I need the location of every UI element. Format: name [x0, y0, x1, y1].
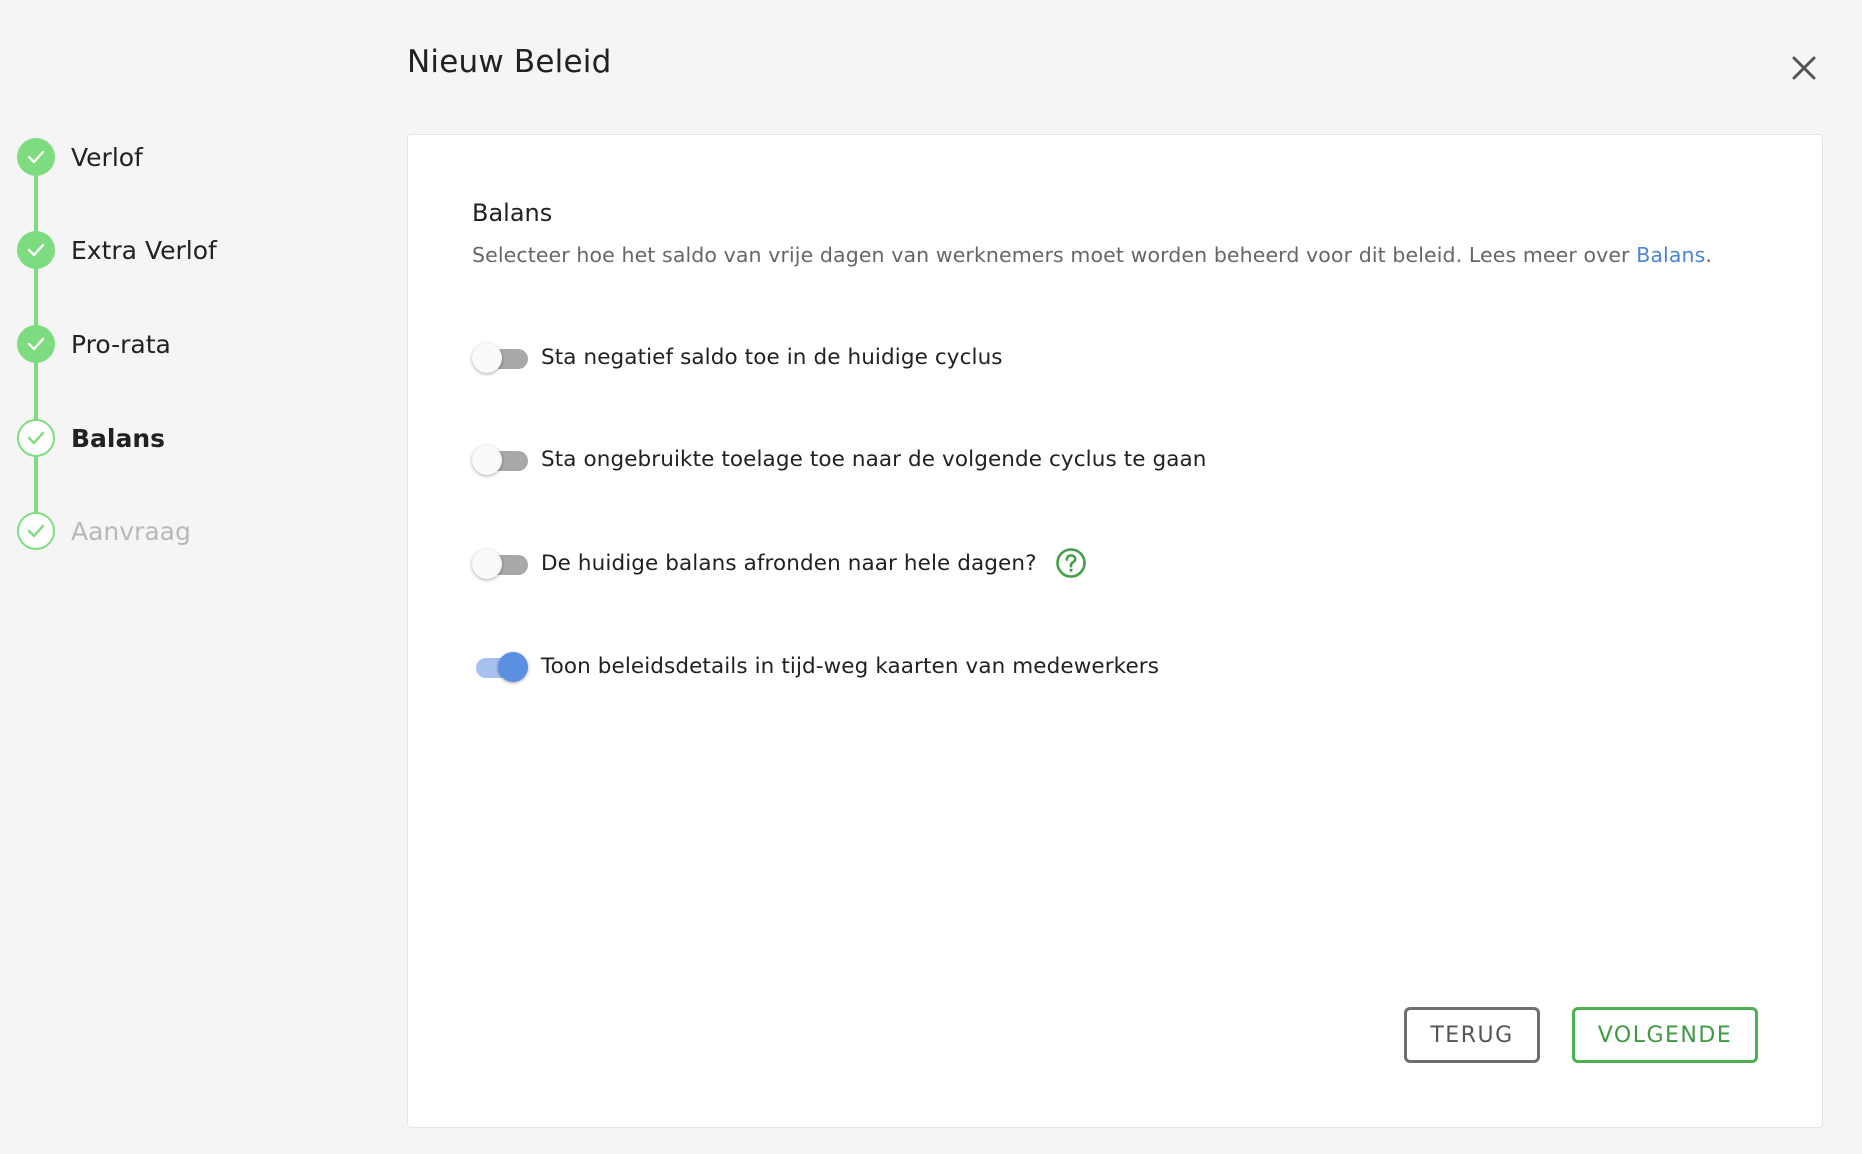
check-icon [27, 337, 45, 351]
toggle-row-negative-balance: Sta negatief saldo toe in de huidige cyc… [472, 340, 1003, 374]
close-icon [1792, 56, 1816, 80]
help-circle-icon[interactable] [1055, 547, 1087, 579]
description-suffix: . [1705, 243, 1713, 267]
toggle-label: Sta ongebruikte toelage toe naar de volg… [541, 446, 1207, 472]
step-done-indicator [17, 231, 55, 269]
check-icon [27, 524, 45, 538]
section-description: Selecteer hoe het saldo van vrije dagen … [472, 243, 1712, 267]
toggle-thumb [498, 652, 528, 682]
step-pro-rata[interactable]: Pro-rata [17, 325, 171, 363]
back-button[interactable]: TERUG [1404, 1007, 1540, 1063]
balans-help-link[interactable]: Balans [1636, 243, 1705, 267]
page-title: Nieuw Beleid [407, 44, 612, 80]
show-policy-details-toggle[interactable] [472, 649, 530, 683]
step-verlof[interactable]: Verlof [17, 138, 143, 176]
toggle-row-show-details: Toon beleidsdetails in tijd-weg kaarten … [472, 649, 1159, 683]
toggle-thumb [472, 343, 502, 373]
toggle-row-round-balance: De huidige balans afronden naar hele dag… [472, 546, 1087, 580]
step-label: Extra Verlof [71, 235, 217, 265]
negative-balance-toggle[interactable] [472, 340, 530, 374]
step-pending-indicator [17, 512, 55, 550]
close-button[interactable] [1784, 48, 1824, 88]
toggle-label: Sta negatief saldo toe in de huidige cyc… [541, 344, 1003, 370]
section-title: Balans [472, 199, 553, 227]
toggle-thumb [472, 549, 502, 579]
step-balans[interactable]: Balans [17, 419, 165, 457]
step-aanvraag[interactable]: Aanvraag [17, 512, 191, 550]
check-icon [27, 243, 45, 257]
toggle-thumb [472, 445, 502, 475]
step-extra-verlof[interactable]: Extra Verlof [17, 231, 217, 269]
check-icon [27, 431, 45, 445]
toggle-label: Toon beleidsdetails in tijd-weg kaarten … [541, 653, 1160, 679]
round-balance-toggle[interactable] [472, 546, 530, 580]
step-label: Aanvraag [71, 516, 191, 546]
toggle-label: De huidige balans afronden naar hele dag… [541, 550, 1037, 576]
step-done-indicator [17, 325, 55, 363]
next-button[interactable]: VOLGENDE [1572, 1007, 1758, 1063]
step-label: Pro-rata [71, 329, 171, 359]
step-label: Balans [71, 423, 166, 453]
step-done-indicator [17, 138, 55, 176]
balance-settings-card: Balans Selecteer hoe het saldo van vrije… [407, 134, 1823, 1128]
step-current-indicator [17, 419, 55, 457]
carryover-toggle[interactable] [472, 442, 530, 476]
check-icon [27, 150, 45, 164]
description-text: Selecteer hoe het saldo van vrije dagen … [472, 243, 1637, 267]
step-label: Verlof [71, 142, 143, 172]
toggle-row-carryover: Sta ongebruikte toelage toe naar de volg… [472, 442, 1207, 476]
stepper: Verlof Extra Verlof Pro-rata Balans Aanv… [0, 0, 380, 600]
